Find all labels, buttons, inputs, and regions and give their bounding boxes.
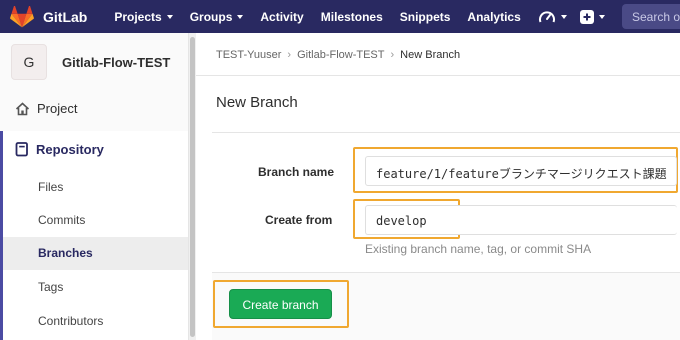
repository-icon — [15, 142, 28, 157]
nav-snippets[interactable]: Snippets — [400, 10, 451, 24]
project-sidebar: G Gitlab-Flow-TEST Project Repository Fi… — [0, 33, 196, 340]
brand-name: GitLab — [43, 8, 88, 25]
scrollbar-thumb[interactable] — [190, 37, 195, 337]
chevron-down-icon — [560, 14, 567, 19]
nav-activity-label: Activity — [260, 9, 304, 24]
nav-analytics[interactable]: Analytics — [467, 10, 520, 24]
divider — [196, 75, 680, 76]
brand-home-link[interactable]: GitLab — [0, 0, 87, 33]
nav-milestones-label: Milestones — [320, 9, 383, 24]
branch-name-input[interactable]: feature/1/featureブランチマージリクエスト課題 — [365, 156, 677, 186]
project-name: Gitlab-Flow-TEST — [62, 54, 171, 70]
branch-name-label: Branch name — [258, 165, 335, 179]
chevron-down-icon — [598, 14, 605, 19]
active-indicator — [0, 131, 3, 340]
main-nav: Projects Groups Activity Milestones Snip… — [114, 9, 617, 25]
search-input[interactable]: Search o — [622, 4, 680, 29]
nav-groups-label: Groups — [189, 9, 233, 24]
dashboard-icon — [538, 10, 555, 22]
breadcrumb: TEST-Yuuser › Gitlab-Flow-TEST › New Bra… — [216, 49, 460, 61]
breadcrumb-link[interactable]: Gitlab-Flow-TEST — [297, 49, 384, 61]
sidebar-scrollbar[interactable] — [188, 33, 196, 340]
sidebar-subitem-contributors[interactable]: Contributors — [38, 314, 103, 328]
page-title: New Branch — [216, 94, 298, 111]
nav-milestones[interactable]: Milestones — [321, 10, 383, 24]
nav-projects[interactable]: Projects — [114, 9, 173, 24]
project-avatar: G — [11, 44, 47, 80]
sidebar-subitem-commits[interactable]: Commits — [38, 213, 85, 227]
sidebar-item-repository[interactable]: Repository — [15, 142, 104, 157]
breadcrumb-link[interactable]: TEST-Yuuser — [216, 49, 281, 61]
sidebar-subitem-branches[interactable]: Branches — [38, 246, 93, 260]
chevron-down-icon — [166, 14, 173, 19]
create-from-label: Create from — [265, 213, 333, 227]
new-menu[interactable] — [579, 9, 605, 24]
create-from-help-text: Existing branch name, tag, or commit SHA — [365, 242, 592, 256]
dashboard-menu[interactable] — [538, 9, 567, 25]
nav-analytics-label: Analytics — [467, 9, 521, 24]
nav-snippets-label: Snippets — [399, 9, 451, 24]
sidebar-active-section — [0, 131, 188, 340]
sidebar-subitem-tags[interactable]: Tags — [38, 280, 63, 294]
sidebar-item-project[interactable]: Project — [15, 101, 77, 116]
sidebar-subitem-files[interactable]: Files — [38, 180, 63, 194]
breadcrumb-current[interactable]: New Branch — [400, 49, 460, 61]
divider — [212, 132, 680, 133]
plus-square-icon — [579, 9, 594, 24]
nav-projects-label: Projects — [114, 9, 162, 24]
home-icon — [15, 101, 30, 115]
nav-activity[interactable]: Activity — [260, 10, 303, 24]
chevron-right-icon: › — [390, 49, 395, 61]
sidebar-item-label: Project — [37, 101, 78, 116]
chevron-down-icon — [237, 14, 244, 19]
top-navbar: GitLab Projects Groups Activity Mileston… — [0, 0, 680, 33]
gitlab-logo-icon — [10, 5, 34, 27]
create-branch-button[interactable]: Create branch — [229, 289, 332, 319]
active-subitem-highlight — [3, 237, 188, 270]
sidebar-project-header[interactable]: G Gitlab-Flow-TEST — [11, 44, 170, 80]
chevron-right-icon: › — [287, 49, 292, 61]
create-from-input[interactable]: develop — [365, 205, 677, 235]
sidebar-item-label: Repository — [36, 142, 104, 157]
nav-groups[interactable]: Groups — [190, 10, 244, 24]
